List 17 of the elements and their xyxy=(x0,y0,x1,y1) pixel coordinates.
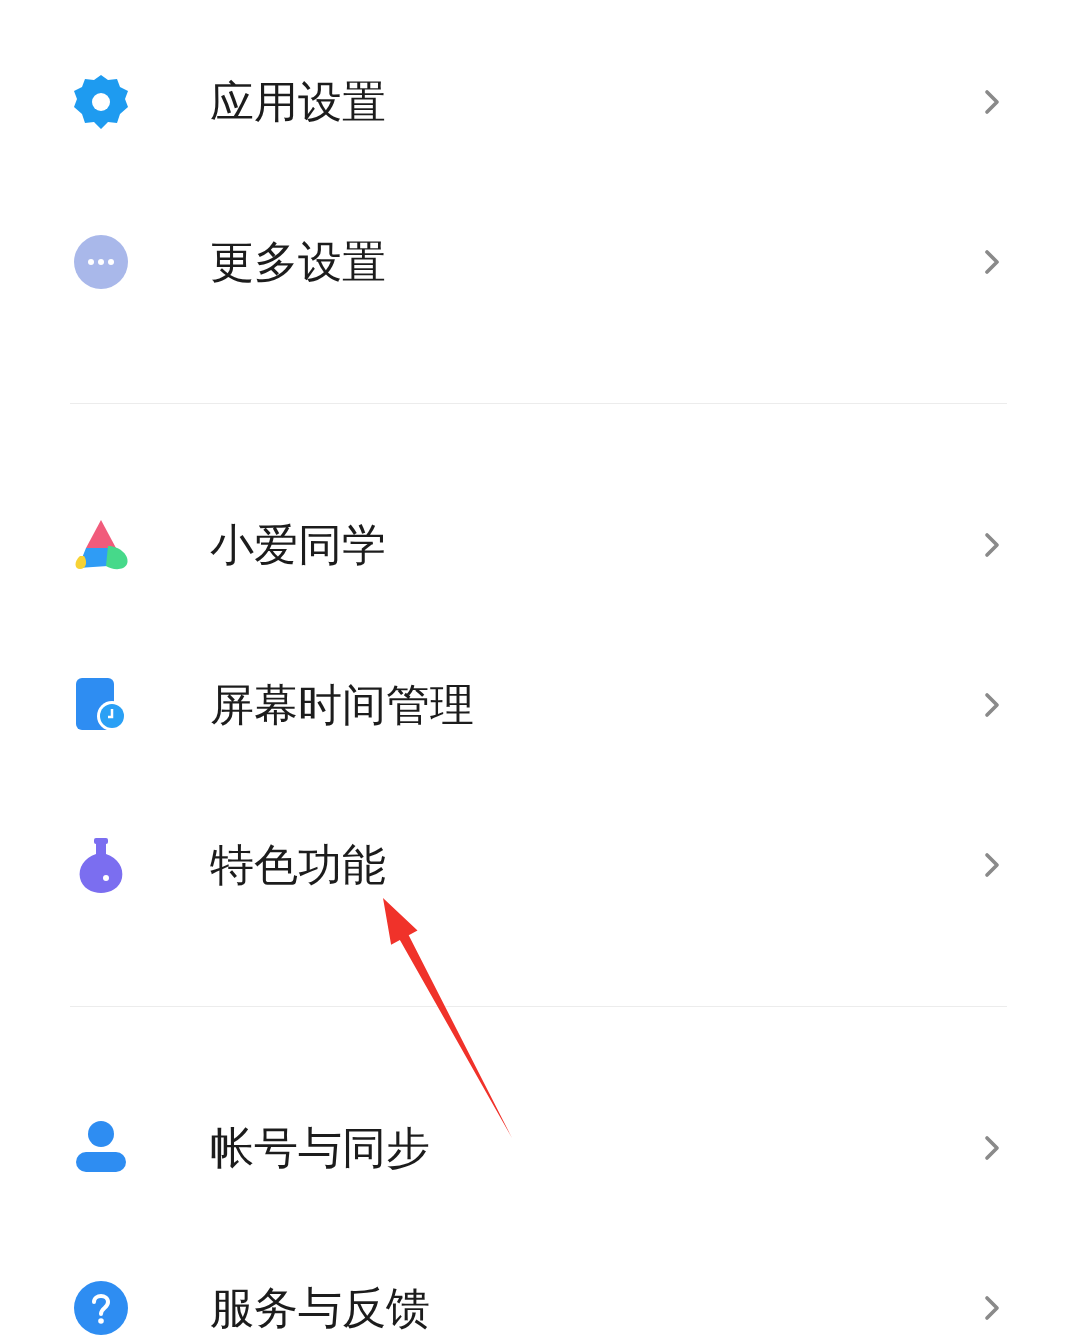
settings-row[interactable]: 更多设置 xyxy=(0,182,1068,342)
gear-icon xyxy=(72,73,130,131)
more-icon xyxy=(72,233,130,291)
row-label: 屏幕时间管理 xyxy=(210,678,474,732)
settings-row[interactable]: 小爱同学 xyxy=(0,465,1068,625)
settings-row[interactable]: 服务与反馈 xyxy=(0,1228,1068,1342)
row-label: 特色功能 xyxy=(210,838,386,892)
row-label: 服务与反馈 xyxy=(210,1281,430,1335)
row-label: 应用设置 xyxy=(210,75,386,129)
row-label: 更多设置 xyxy=(210,235,386,289)
row-label: 帐号与同步 xyxy=(210,1121,430,1175)
settings-row[interactable]: 屏幕时间管理 xyxy=(0,625,1068,785)
settings-row[interactable]: 帐号与同步 xyxy=(0,1068,1068,1228)
row-label: 小爱同学 xyxy=(210,518,386,572)
settings-row[interactable]: 应用设置 xyxy=(0,22,1068,182)
settings-row[interactable]: 特色功能 xyxy=(0,785,1068,945)
help-icon xyxy=(72,1279,130,1337)
